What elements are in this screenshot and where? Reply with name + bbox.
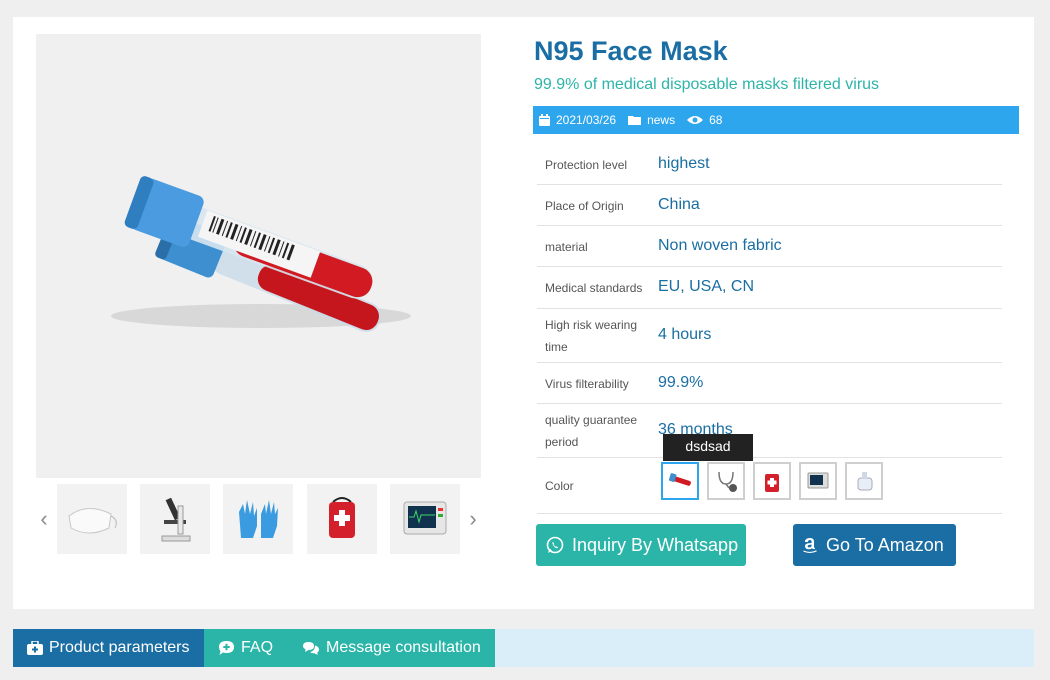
param-row: Medical standards EU, USA, CN [537,267,1002,309]
param-row: material Non woven fabric [537,226,1002,267]
tab-label: Product parameters [49,639,190,656]
param-name: Medical standards [545,281,643,295]
thumbnail-strip: ‹ › [36,484,481,554]
param-row: High risk wearing time 4 hours [537,309,1002,363]
color-swatch-first-aid-bag[interactable] [753,462,791,500]
color-row: Color [537,458,1002,514]
param-value: 4 hours [658,326,712,343]
param-value: highest [658,155,710,172]
param-row: Protection level highest [537,144,1002,185]
meta-category[interactable]: news [628,113,675,127]
main-product-image[interactable] [36,34,481,478]
tab-label: FAQ [241,639,274,656]
color-swatch-stethoscope[interactable] [707,462,745,500]
param-value: 99.9% [658,374,704,391]
meta-date: 2021/03/26 [539,113,616,127]
parameters-table: Protection level highest Place of Origin… [537,144,1002,514]
meta-views: 68 [687,113,722,127]
param-name: quality guarantee period [545,413,638,449]
param-name: material [545,240,588,254]
comments-icon [303,641,319,655]
param-value: China [658,196,700,213]
amazon-icon [803,538,817,554]
color-label: Color [545,479,574,493]
tab-message-consultation[interactable]: Message consultation [288,629,495,667]
whatsapp-button-label: Inquiry By Whatsapp [572,534,739,555]
calendar-icon [539,114,550,126]
meta-date-text: 2021/03/26 [556,113,617,127]
meta-views-text: 68 [709,113,723,127]
tab-label: Message consultation [326,639,481,656]
thumbnail-gloves[interactable] [223,484,293,554]
whatsapp-icon [546,536,564,554]
amazon-button-label: Go To Amazon [826,534,944,555]
color-swatch-spray-bottle[interactable] [845,462,883,500]
blood-tubes-image [111,176,411,333]
meta-category-text: news [647,113,676,127]
color-swatch-patient-monitor[interactable] [799,462,837,500]
param-name: Place of Origin [545,199,624,213]
eye-icon [687,116,704,124]
param-name: Protection level [545,158,628,172]
color-swatch-blood-tube[interactable] [661,462,699,500]
chevron-right-icon[interactable]: › [465,508,481,530]
param-value: Non woven fabric [658,237,782,254]
param-name: Virus filterability [545,377,629,391]
chevron-left-icon[interactable]: ‹ [36,508,52,530]
folder-icon [628,116,642,125]
meta-bar: 2021/03/26 news 68 [533,106,1019,134]
color-tooltip: dsdsad [663,434,753,461]
tab-product-parameters[interactable]: Product parameters [13,629,204,667]
product-subtitle: 99.9% of medical disposable masks filter… [534,76,880,93]
whatsapp-inquiry-button[interactable]: Inquiry By Whatsapp [536,524,746,566]
thumbnail-patient-monitor[interactable] [390,484,460,554]
comment-plus-icon [219,641,234,655]
amazon-button[interactable]: Go To Amazon [793,524,956,566]
thumbnail-mask[interactable] [57,484,127,554]
thumbnail-microscope[interactable] [140,484,210,554]
medkit-icon [27,641,43,655]
tab-faq[interactable]: FAQ [204,629,288,667]
param-row: Virus filterability 99.9% [537,363,1002,404]
tab-bar: Product parameters FAQ Message consultat… [13,629,1034,667]
thumbnail-first-aid-bag[interactable] [307,484,377,554]
product-title: N95 Face Mask [534,36,728,66]
param-row: Place of Origin China [537,185,1002,226]
param-row: quality guarantee period 36 months [537,404,1002,458]
param-name: High risk wearing time [545,318,638,354]
param-value: EU, USA, CN [658,278,755,295]
